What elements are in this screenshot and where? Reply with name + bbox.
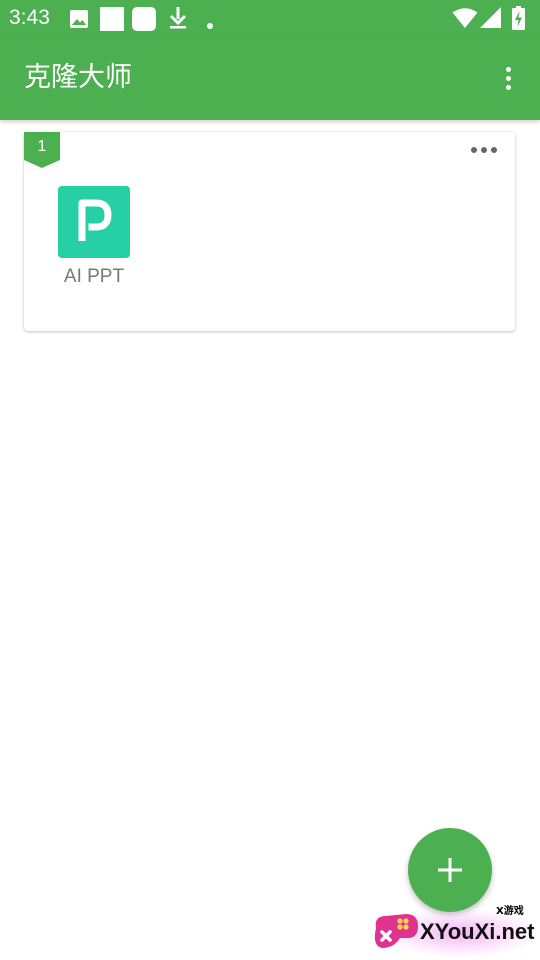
app-title: 克隆大师 — [24, 62, 132, 93]
cloned-app-item[interactable]: AI PPT — [42, 184, 146, 292]
gamepad-logo-icon — [374, 914, 418, 948]
site-watermark: X游戏 XYouXi.net — [366, 898, 540, 960]
watermark-text: XYouXi.net — [420, 919, 535, 944]
app-bar: 克隆大师 — [0, 38, 540, 120]
cellular-signal-icon — [480, 7, 502, 29]
group-menu-button[interactable] — [467, 140, 503, 160]
download-icon — [168, 6, 188, 30]
clone-group-card: 1 AI PPT — [24, 132, 515, 331]
group-number: 1 — [37, 138, 47, 155]
plus-icon — [438, 858, 462, 882]
ai-ppt-app-icon — [58, 186, 130, 258]
group-number-badge: 1 — [24, 132, 60, 168]
status-system-icons — [452, 6, 532, 32]
watermark-small-text: X游戏 — [496, 906, 524, 917]
screen: 3:43 克隆大师 1 AI PPT X游戏 XYouXi.net — [0, 0, 540, 960]
battery-charging-icon — [512, 6, 525, 30]
dot-icon — [206, 15, 214, 29]
rounded-square-notification-icon — [132, 7, 156, 31]
status-time: 3:43 — [9, 6, 50, 29]
app-label: AI PPT — [63, 266, 125, 287]
status-bar: 3:43 — [0, 0, 540, 38]
wifi-icon — [452, 7, 478, 29]
square-notification-icon — [100, 7, 124, 31]
overflow-menu-button[interactable] — [490, 61, 526, 97]
image-icon — [69, 9, 89, 29]
